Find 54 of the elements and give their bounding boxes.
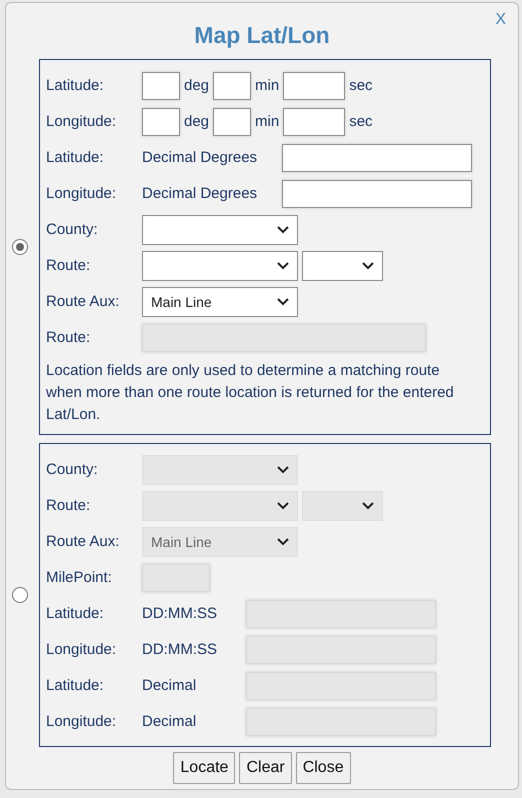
chevron-down-icon <box>277 466 289 474</box>
unit-label: sec <box>349 112 373 132</box>
input-field[interactable] <box>213 108 252 136</box>
field-label: Latitude: <box>46 148 105 168</box>
chevron-down-icon <box>362 502 374 510</box>
field-label: Route: <box>46 496 92 516</box>
field-label: Route Aux: <box>46 532 120 552</box>
field-label: MilePoint: <box>46 568 113 588</box>
unit-label: min <box>255 76 280 96</box>
input-field[interactable] <box>282 180 472 208</box>
field-label: Longitude: <box>46 712 118 732</box>
input-field[interactable] <box>283 108 346 136</box>
unit-label: deg <box>184 112 210 132</box>
field-label: Route Aux: <box>46 292 120 312</box>
input-field[interactable] <box>282 144 472 172</box>
chevron-down-icon <box>277 538 289 546</box>
info-text: Location fields are only used to determine a matching route when more than one route location is returned for the entered Lat/Lon. <box>46 361 455 425</box>
field-label: Longitude: <box>46 112 118 132</box>
input-field[interactable] <box>142 72 180 100</box>
field-sublabel: Decimal Degrees <box>142 184 258 204</box>
dialog-button[interactable]: Clear <box>239 752 292 784</box>
unit-label: min <box>255 112 280 132</box>
chevron-down-icon <box>362 262 374 270</box>
dialog-button[interactable]: Close <box>296 752 351 784</box>
field-label: Longitude: <box>46 640 118 660</box>
field-label: Latitude: <box>46 604 105 624</box>
input-field[interactable] <box>213 72 252 100</box>
radio-button[interactable] <box>12 239 28 255</box>
dialog-button[interactable]: Locate <box>173 752 236 784</box>
chevron-down-icon <box>277 298 289 306</box>
dialog-title: Map Lat/Lon <box>193 21 331 49</box>
field-label: Latitude: <box>46 76 105 96</box>
chevron-down-icon <box>277 262 289 270</box>
field-sublabel: DD:MM:SS <box>142 604 218 624</box>
field-label: Route: <box>46 256 92 276</box>
field-label: Latitude: <box>46 676 105 696</box>
unit-label: sec <box>349 76 373 96</box>
field-label: Route: <box>46 328 92 348</box>
field-label: County: <box>46 460 99 480</box>
unit-label: deg <box>184 76 210 96</box>
field-sublabel: DD:MM:SS <box>142 640 218 660</box>
chevron-down-icon <box>277 226 289 234</box>
field-sublabel: Decimal Degrees <box>142 148 258 168</box>
chevron-down-icon <box>277 502 289 510</box>
field-sublabel: Decimal <box>142 676 198 696</box>
field-sublabel: Decimal <box>142 712 198 732</box>
input-field[interactable] <box>142 108 180 136</box>
dropdown[interactable] <box>302 251 383 281</box>
dropdown[interactable] <box>142 251 298 281</box>
field-label: Longitude: <box>46 184 118 204</box>
input-field[interactable] <box>283 72 346 100</box>
dropdown[interactable]: Main Line <box>142 287 298 317</box>
field-label: County: <box>46 220 99 240</box>
dropdown[interactable] <box>142 215 298 245</box>
